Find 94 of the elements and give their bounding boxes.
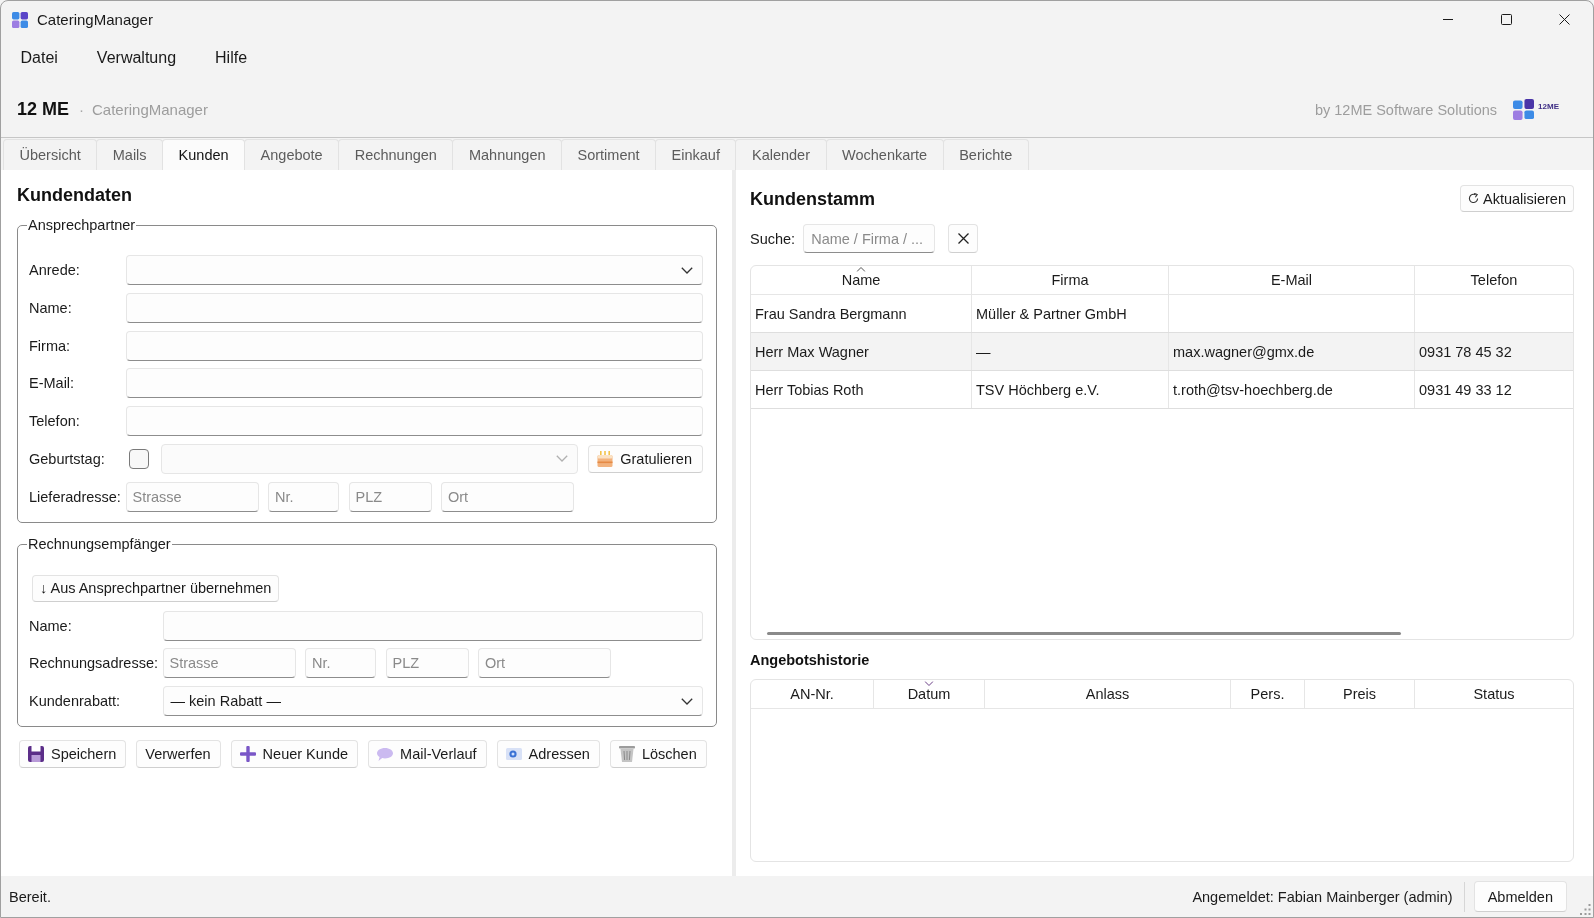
search-field[interactable]: Name / Firma / ... [803, 224, 936, 253]
logo-icon [1513, 99, 1535, 120]
cake-icon [597, 451, 614, 467]
table-cell: Herr Tobias Roth [751, 371, 972, 408]
table-cell: TSV Höchberg e.V. [972, 371, 1169, 408]
field-label: Anrede: [29, 262, 81, 278]
table-row[interactable]: Herr Tobias Roth TSV Höchberg e.V. t.roth@tsv-hoechberg.de 0931 49 33 12 [751, 371, 1573, 409]
column-header[interactable]: Pers. [1231, 680, 1305, 709]
column-header[interactable]: Anlass [985, 680, 1231, 709]
chevron-down-icon [681, 697, 693, 705]
field-label: Lieferadresse: [29, 488, 122, 505]
input-field[interactable] [162, 610, 703, 641]
table-cell: — [972, 333, 1169, 370]
app-icon [12, 11, 28, 28]
column-header[interactable]: Preis [1305, 680, 1415, 709]
input-field[interactable] [125, 292, 703, 323]
table-cell: max.wagner@gmx.de [1169, 333, 1415, 370]
section-title: Angebotshistorie [750, 652, 871, 669]
minimize-icon [1443, 19, 1453, 20]
app-name: CateringManager [92, 101, 208, 118]
action-button[interactable]: Neuer Kunde [230, 740, 359, 769]
refresh-icon [1468, 193, 1479, 204]
section-title: Kundendaten [17, 184, 133, 206]
wastebasket-icon [618, 746, 635, 763]
vendor-text: by 12ME Software Solutions [1314, 101, 1498, 118]
table-cell: Frau Sandra Bergmann [751, 295, 972, 332]
menu-item[interactable]: Verwaltung [77, 43, 196, 72]
speech-bubble-icon [377, 747, 394, 761]
address-field[interactable]: Nr. [268, 481, 339, 512]
field-label: E-Mail: [29, 375, 76, 392]
refresh-button[interactable]: Aktualisieren [1460, 185, 1574, 212]
status-message: Bereit. [9, 888, 51, 905]
action-button[interactable]: Adressen [496, 740, 600, 769]
separator-dot: · [79, 101, 85, 118]
maximize-icon [1500, 14, 1512, 25]
checkbox[interactable] [128, 449, 149, 469]
resize-grip-icon [1580, 904, 1591, 915]
address-card-icon [505, 748, 522, 761]
search-label: Suche: [750, 230, 796, 247]
table-row[interactable]: Herr Max Wagner — max.wagner@gmx.de 0931 78 45 32 [751, 333, 1573, 371]
input-field[interactable] [125, 406, 703, 437]
brand-name: 12 ME [17, 99, 70, 120]
field-label: Geburtstag: [29, 451, 106, 467]
address-field[interactable]: Nr. [305, 648, 376, 679]
chevron-down-icon [556, 455, 569, 463]
copy-contact-button[interactable]: ↓ Aus Ansprechpartner übernehmen [32, 574, 280, 602]
table-cell: Müller & Partner GmbH [972, 295, 1169, 332]
field-label: Rechnungsadresse: [29, 655, 159, 672]
tab[interactable]: Übersicht [3, 139, 98, 170]
dropdown[interactable] [125, 255, 703, 285]
field-label: Firma: [29, 337, 72, 354]
address-field[interactable]: Ort [441, 481, 574, 512]
address-field[interactable]: PLZ [348, 481, 432, 512]
close-icon [1558, 14, 1570, 25]
section-title: Kundenstamm [750, 187, 875, 210]
column-header[interactable]: Datum [874, 680, 985, 709]
address-field[interactable]: PLZ [385, 648, 469, 679]
scrollbar[interactable] [767, 632, 1401, 635]
group-title: Rechnungsempfänger [27, 535, 172, 553]
input-field[interactable] [125, 368, 703, 399]
table-cell: Herr Max Wagner [751, 333, 972, 370]
action-button[interactable]: Löschen [609, 740, 707, 769]
field-label: Name: [29, 617, 73, 634]
field-label: Name: [29, 299, 73, 316]
table-cell-text: 0931 49 33 12 [1418, 380, 1513, 400]
field-label: Telefon: [29, 413, 81, 430]
field-label: Kundenrabatt: [29, 693, 122, 710]
table-cell-text: 0931 78 45 32 [1418, 342, 1513, 362]
plus-icon [239, 746, 256, 763]
action-button[interactable]: Mail-Verlauf [368, 740, 487, 769]
address-field[interactable]: Strasse [162, 648, 296, 679]
action-button[interactable]: Speichern [19, 740, 127, 769]
table-cell: t.roth@tsv-hoechberg.de [1169, 371, 1415, 408]
menu-item[interactable]: Datei [1, 43, 78, 72]
close-icon [957, 233, 969, 244]
tab[interactable]: Kunden [162, 139, 246, 170]
window-title: CateringManager [37, 11, 153, 28]
logo-text: 12ME [1538, 102, 1559, 111]
chevron-down-icon [681, 266, 693, 274]
congratulate-button[interactable]: Gratulieren [588, 445, 703, 473]
tab[interactable]: Berichte [942, 139, 1029, 170]
address-field[interactable]: Ort [478, 648, 611, 679]
input-field[interactable] [125, 330, 703, 361]
clear-search-button[interactable] [948, 224, 979, 253]
menu-item[interactable]: Hilfe [195, 43, 267, 72]
dropdown[interactable]: — kein Rabatt — [162, 686, 703, 717]
logout-button[interactable]: Abmelden [1473, 881, 1567, 912]
table-row[interactable]: Frau Sandra Bergmann Müller & Partner GmbH [751, 295, 1573, 333]
group-title: Ansprechpartner [27, 217, 137, 234]
address-field[interactable]: Strasse [125, 481, 259, 512]
column-header[interactable]: Status [1415, 680, 1573, 709]
action-button[interactable]: Verwerfen [136, 740, 221, 769]
column-header[interactable]: AN-Nr. [751, 680, 874, 709]
user-info: Angemeldet: Fabian Mainberger (admin) [1192, 888, 1453, 905]
